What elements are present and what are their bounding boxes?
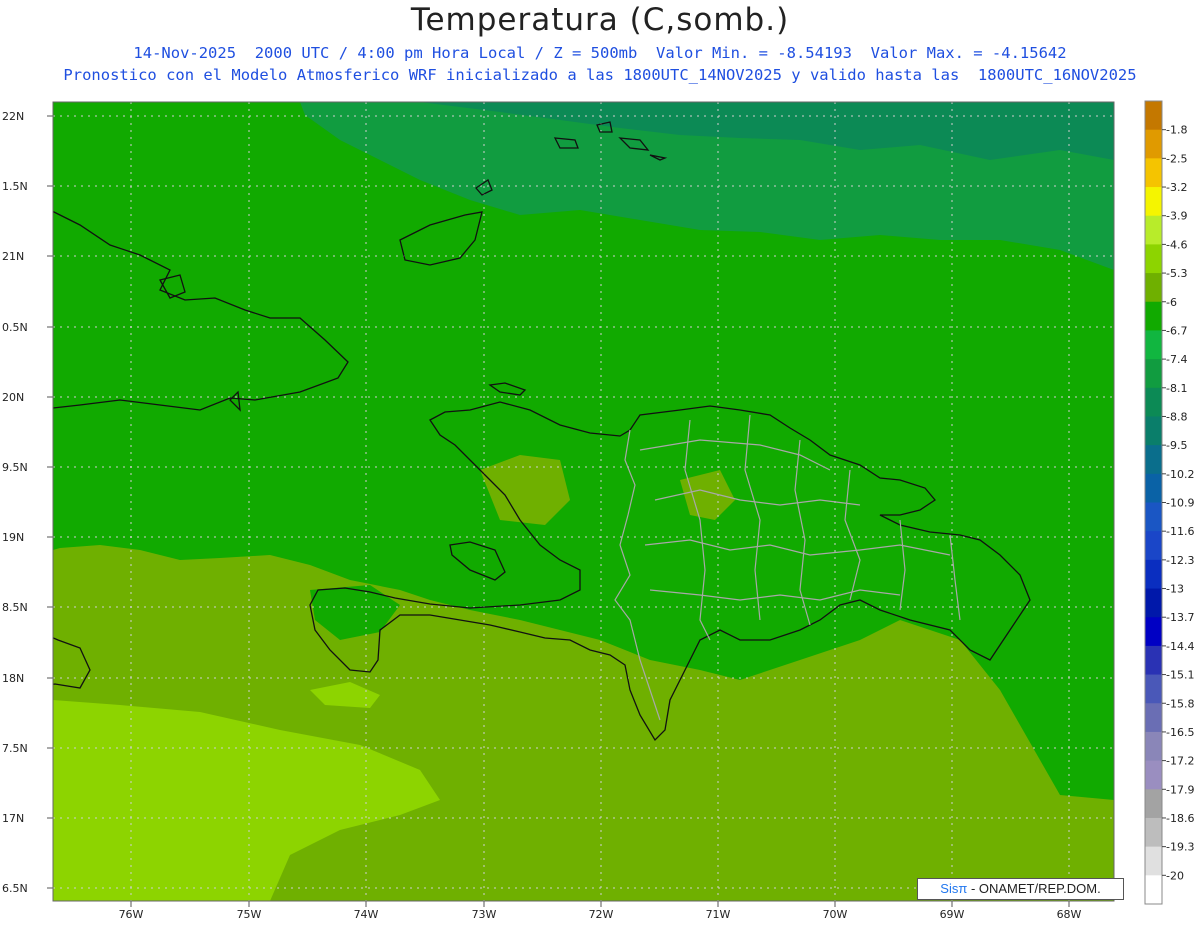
colorbar-swatch — [1145, 817, 1162, 848]
colorbar-swatch — [1145, 846, 1162, 876]
colorbar-label: -9.5 — [1166, 439, 1187, 452]
lon-ticks — [130, 901, 1070, 907]
colorbar-label: -10.9 — [1166, 497, 1194, 510]
colorbar-label: -8.1 — [1166, 382, 1187, 395]
lon-label: 69W — [940, 908, 965, 921]
colorbar-swatch — [1145, 674, 1162, 704]
colorbar-swatch — [1145, 129, 1162, 159]
colorbar-label: -4.6 — [1166, 238, 1187, 251]
colorbar-swatch — [1145, 416, 1162, 446]
colorbar-swatch — [1145, 445, 1162, 475]
colorbar-swatch — [1145, 760, 1162, 790]
lat-ticks — [47, 115, 53, 889]
colorbar-swatch — [1145, 502, 1162, 532]
colorbar-label: -6 — [1166, 296, 1177, 309]
colorbar-swatch — [1145, 187, 1162, 217]
colorbar-label: -17.9 — [1166, 783, 1194, 796]
colorbar-swatch — [1145, 875, 1162, 905]
latitude-labels: 22N 1.5N 21N 0.5N 20N 9.5N 19N 8.5N 18N … — [2, 110, 28, 895]
lat-label: 22N — [2, 110, 24, 123]
lon-label: 76W — [119, 908, 144, 921]
colorbar-swatch — [1145, 645, 1162, 676]
colorbar-label: -14.4 — [1166, 640, 1194, 653]
colorbar-label: -12.3 — [1166, 554, 1194, 567]
lat-label: 21N — [2, 250, 24, 263]
lat-label: 8.5N — [2, 601, 28, 614]
colorbar-label: -3.2 — [1166, 181, 1187, 194]
colorbar-swatch — [1145, 158, 1162, 188]
colorbar-label: -8.8 — [1166, 410, 1187, 423]
colorbar-swatch — [1145, 703, 1162, 733]
lat-label: 7.5N — [2, 742, 28, 755]
colorbar-label: -18.6 — [1166, 812, 1194, 825]
lat-label: 6.5N — [2, 882, 28, 895]
lat-label: 19N — [2, 531, 24, 544]
colorbar-swatch — [1145, 473, 1162, 503]
lat-label: 17N — [2, 812, 24, 825]
colorbar-swatch — [1145, 301, 1162, 331]
colorbar-label: -19.3 — [1166, 841, 1194, 854]
lon-label: 71W — [706, 908, 731, 921]
lon-label: 70W — [823, 908, 848, 921]
colorbar-swatch — [1145, 215, 1162, 245]
colorbar-label: -16.5 — [1166, 726, 1194, 739]
colorbar-label: -17.2 — [1166, 755, 1194, 768]
colorbar-swatch — [1145, 387, 1162, 417]
colorbar-label: -7.4 — [1166, 353, 1187, 366]
colorbar-swatch — [1145, 330, 1162, 360]
colorbar-label: -11.6 — [1166, 525, 1194, 538]
colorbar-swatch — [1145, 617, 1162, 647]
colorbar-label: -3.9 — [1166, 210, 1187, 223]
colorbar-label: -2.5 — [1166, 152, 1187, 165]
credit-text: - ONAMET/REP.DOM. — [970, 881, 1101, 896]
colorbar-label: -10.2 — [1166, 468, 1194, 481]
colorbar-swatch — [1145, 244, 1162, 274]
colorbar-swatch — [1145, 359, 1162, 389]
colorbar-label: -20 — [1166, 869, 1184, 882]
colorbar-label: -13 — [1166, 583, 1184, 596]
lon-label: 72W — [589, 908, 614, 921]
lat-label: 20N — [2, 391, 24, 404]
lat-label: 0.5N — [2, 321, 28, 334]
colorbar-swatch — [1145, 101, 1162, 131]
colorbar-label: -5.3 — [1166, 267, 1187, 280]
colorbar-label: -6.7 — [1166, 324, 1187, 337]
temperature-field — [53, 102, 1114, 901]
longitude-labels: 76W 75W 74W 73W 72W 71W 70W 69W 68W — [119, 908, 1082, 921]
colorbar-swatch — [1145, 731, 1162, 762]
colorbar-swatch — [1145, 559, 1162, 590]
colorbar-label: -15.1 — [1166, 669, 1194, 682]
lon-label: 68W — [1057, 908, 1082, 921]
colorbar-swatch — [1145, 531, 1162, 561]
lon-label: 73W — [472, 908, 497, 921]
colorbar-swatch — [1145, 789, 1162, 819]
sispi-brand: Sisπ — [940, 881, 968, 896]
temperature-map: 22N 1.5N 21N 0.5N 20N 9.5N 19N 8.5N 18N … — [2, 100, 1194, 921]
colorbar-swatch — [1145, 588, 1162, 618]
lon-label: 75W — [237, 908, 262, 921]
colorbar-swatch — [1145, 273, 1162, 303]
credit-box: Sisπ - ONAMET/REP.DOM. — [917, 878, 1124, 900]
lat-label: 18N — [2, 672, 24, 685]
lat-label: 9.5N — [2, 461, 28, 474]
colorbar-label: -1.8 — [1166, 124, 1187, 137]
colorbar-label: -15.8 — [1166, 697, 1194, 710]
lat-label: 1.5N — [2, 180, 28, 193]
colorbar-label: -13.7 — [1166, 611, 1194, 624]
colorbar: -1.8 -2.5 -3.2 -3.9 -4.6 -5.3 -6 -6.7 -7.4 -8.1 -8… — [1144, 100, 1194, 905]
lon-label: 74W — [354, 908, 379, 921]
